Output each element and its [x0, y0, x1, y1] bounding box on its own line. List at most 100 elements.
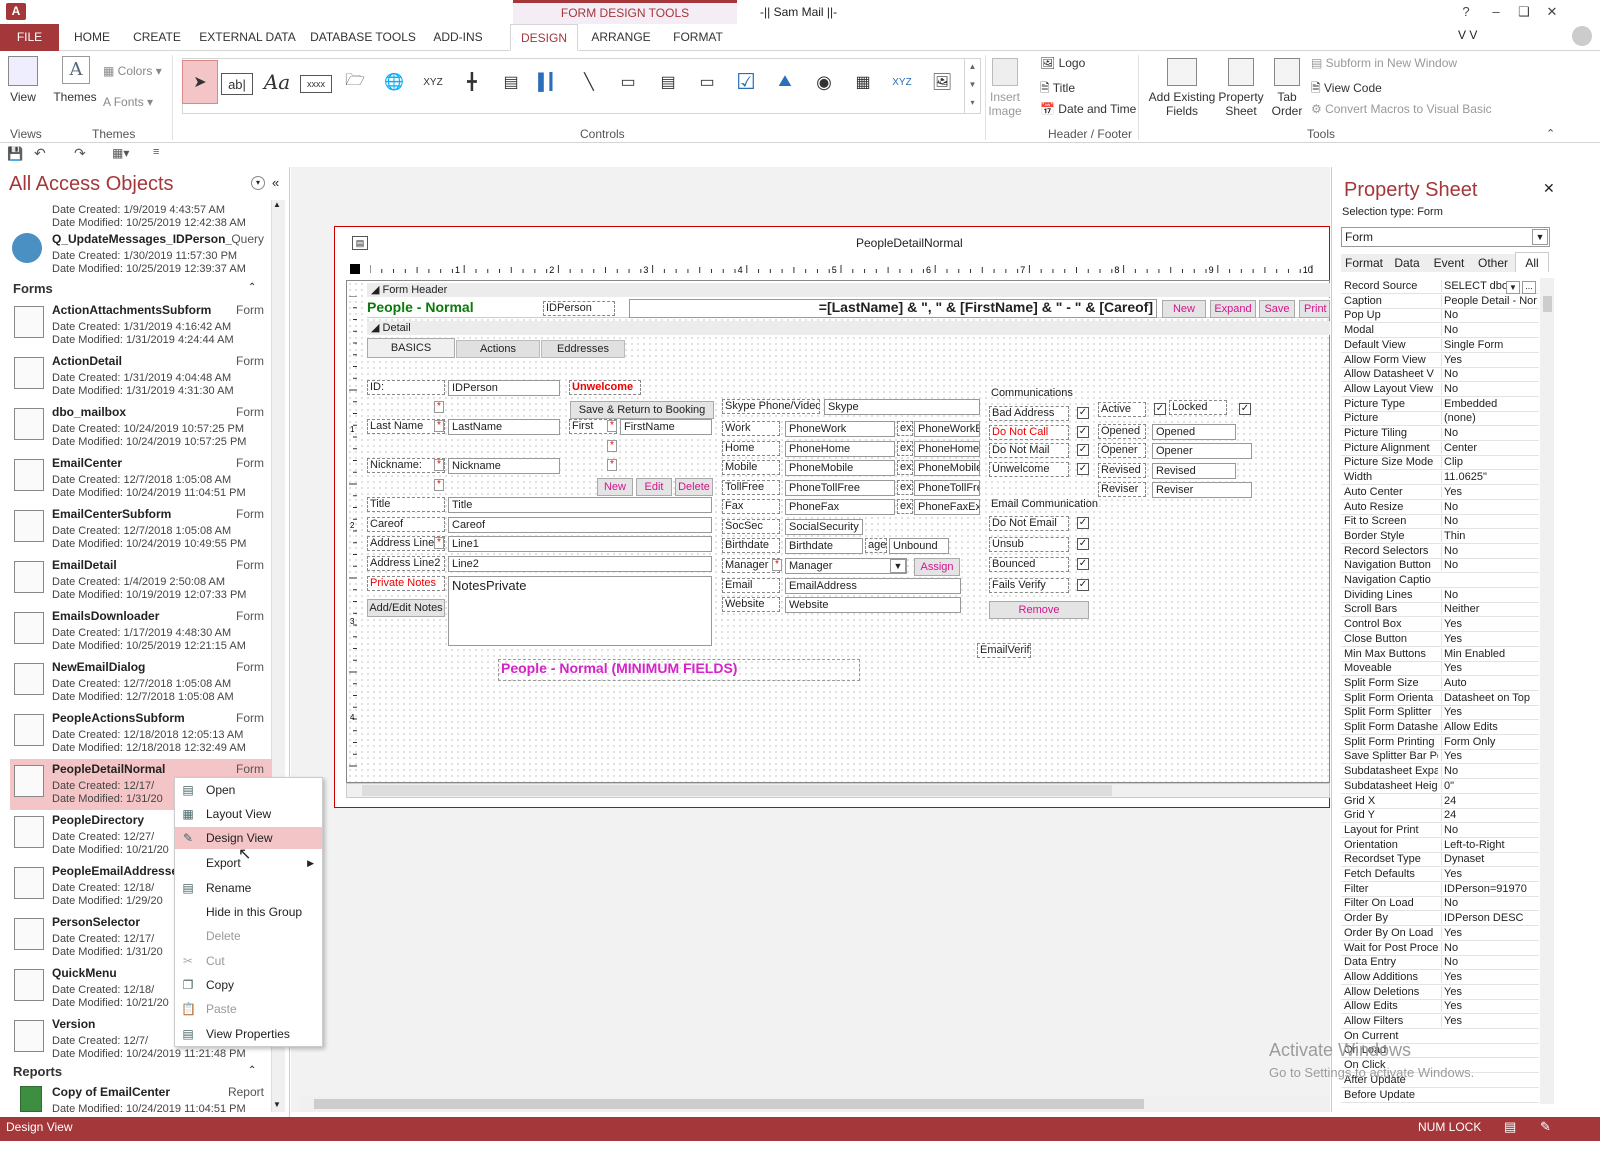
property-value[interactable]: Clip	[1441, 456, 1539, 469]
property-scroll-thumb[interactable]	[1543, 296, 1552, 312]
property-scrollbar[interactable]	[1540, 278, 1554, 1104]
title-button[interactable]: 🗎 Title	[1040, 79, 1075, 100]
property-value[interactable]: No	[1441, 588, 1539, 601]
website-label[interactable]: Website	[722, 597, 780, 612]
property-row[interactable]: Allow Additions Yes	[1341, 970, 1539, 985]
menu-item-view-properties[interactable]: ▤ View Properties	[175, 1023, 322, 1045]
ext-label[interactable]: ext	[897, 441, 913, 456]
combo-box-icon[interactable]: ▤	[495, 66, 527, 98]
email-comm-checkbox[interactable]: ✓	[1077, 517, 1089, 529]
property-row[interactable]: Split Form Datashe Allow Edits	[1341, 720, 1539, 735]
insert-image-button[interactable]: Insert Image	[985, 90, 1025, 118]
insert-image-icon[interactable]	[992, 58, 1018, 86]
unbound-object-frame-icon[interactable]: 🖼	[926, 66, 958, 98]
birthdate-label[interactable]: Birthdate	[722, 538, 780, 553]
minimum-fields-label[interactable]: People - Normal (MINIMUM FIELDS)	[498, 659, 860, 681]
nav-pane-title[interactable]: All Access Objects	[9, 173, 174, 196]
comm-checkbox[interactable]: ✓	[1077, 426, 1089, 438]
form-hscroll-thumb[interactable]	[362, 785, 1112, 796]
header-title-label[interactable]: People - Normal	[367, 299, 474, 315]
header-save-button[interactable]: Save	[1259, 300, 1295, 318]
id-label[interactable]: ID:	[367, 380, 445, 395]
tab-data[interactable]: Data	[1387, 254, 1427, 272]
property-row[interactable]: Caption People Detail - Nor	[1341, 294, 1539, 309]
ext-label[interactable]: ext	[897, 480, 913, 495]
address1-field[interactable]: Line1	[448, 536, 712, 552]
status-label[interactable]: Opened	[1098, 424, 1146, 439]
themes-icon[interactable]: A	[62, 56, 90, 84]
comm-checkbox[interactable]: ✓	[1077, 463, 1089, 475]
email-comm-checkbox[interactable]: ✓	[1077, 538, 1089, 550]
ext-field[interactable]: PhoneFaxExt	[914, 499, 980, 515]
property-value[interactable]: Min Enabled	[1441, 647, 1539, 660]
object-selector[interactable]: Form	[1341, 227, 1550, 247]
view-button[interactable]: View	[6, 90, 40, 104]
view-icon[interactable]	[8, 56, 38, 86]
property-row[interactable]: Picture Alignment Center	[1341, 441, 1539, 456]
property-row[interactable]: Fetch Defaults Yes	[1341, 867, 1539, 882]
scroll-down-icon[interactable]: ▼	[273, 1100, 281, 1109]
header-id-field[interactable]: IDPerson	[543, 301, 615, 316]
property-value[interactable]: No	[1441, 382, 1539, 395]
property-sheet-icon[interactable]	[1228, 58, 1254, 86]
list-item[interactable]: ActionDetail Form Date Created: 1/31/2019 …	[10, 351, 272, 402]
tab-file[interactable]: FILE	[0, 24, 59, 51]
skype-field[interactable]: Skype	[824, 399, 980, 415]
help-icon[interactable]: ?	[1454, 2, 1478, 22]
property-value[interactable]: Datasheet on Top	[1441, 691, 1539, 704]
nav-item-query[interactable]: Q_UpdateMessages_IDPerson_Se... Query Da…	[10, 229, 272, 280]
logo-button[interactable]: 🖼 Logo	[1040, 56, 1085, 70]
property-row[interactable]: Min Max Buttons Min Enabled	[1341, 647, 1539, 662]
notes-private-field[interactable]: NotesPrivate	[448, 576, 712, 646]
view-switch-icon[interactable]: ▦▾	[112, 146, 129, 160]
property-value[interactable]: Yes	[1441, 1000, 1539, 1013]
property-row[interactable]: Orientation Left-to-Right	[1341, 838, 1539, 853]
property-value[interactable]: No	[1441, 515, 1539, 528]
add-fields-icon[interactable]	[1167, 58, 1197, 86]
property-value[interactable]: Form Only	[1441, 735, 1539, 748]
property-row[interactable]: Pop Up No	[1341, 308, 1539, 324]
select-pointer-icon[interactable]: ➤	[182, 60, 218, 104]
lastname-field[interactable]: LastName	[448, 419, 560, 435]
property-value[interactable]: Yes	[1441, 985, 1539, 998]
status-combo[interactable]: Reviser	[1152, 482, 1252, 498]
customize-qat-icon[interactable]: ≡	[153, 146, 159, 158]
phone-label[interactable]: Mobile	[722, 460, 780, 475]
undo-icon[interactable]: ↶	[34, 145, 46, 162]
locked-label[interactable]: Locked	[1169, 400, 1227, 415]
property-row[interactable]: Grid Y 24	[1341, 808, 1539, 824]
property-value[interactable]: Left-to-Right	[1441, 838, 1539, 851]
workspace-hscroll-thumb[interactable]	[314, 1099, 1144, 1109]
email-verifi-label[interactable]: EmailVerifi	[977, 643, 1031, 658]
edit-button[interactable]: Edit	[636, 478, 672, 496]
property-value[interactable]: 24	[1441, 794, 1539, 807]
option-button-icon[interactable]: ◉	[808, 66, 840, 98]
subform-control-icon[interactable]: ▦	[847, 66, 879, 98]
age-label[interactable]: age	[865, 538, 887, 553]
list-item[interactable]: EmailDetail Form Date Created: 1/4/2019 2:…	[10, 555, 272, 606]
property-row[interactable]: Close Button Yes	[1341, 632, 1539, 647]
property-sheet-button[interactable]: Property Sheet	[1216, 90, 1266, 118]
property-value[interactable]: No	[1441, 324, 1539, 337]
property-row[interactable]: Subdatasheet Expa No	[1341, 764, 1539, 780]
property-value[interactable]: 24	[1441, 809, 1539, 822]
property-value[interactable]: Yes	[1441, 750, 1539, 763]
property-row[interactable]: Recordset Type Dynaset	[1341, 852, 1539, 868]
property-row[interactable]: Fit to Screen No	[1341, 514, 1539, 530]
property-row[interactable]: Allow Form View Yes	[1341, 353, 1539, 368]
ext-field[interactable]: PhoneWorkE	[914, 421, 980, 437]
menu-item-copy[interactable]: ❐ Copy	[175, 974, 322, 996]
property-value[interactable]: No	[1441, 956, 1539, 969]
convert-macros-button[interactable]: ⚙ Convert Macros to Visual Basic	[1311, 102, 1492, 116]
header-new-button[interactable]: New	[1162, 300, 1206, 318]
shutter-bar-close-icon[interactable]: «	[272, 175, 279, 190]
tab-design[interactable]: DESIGN	[510, 24, 578, 51]
tab-order-icon[interactable]	[1274, 58, 1300, 86]
property-value[interactable]: No	[1441, 427, 1539, 439]
property-row[interactable]: Filter IDPerson=91970	[1341, 882, 1539, 897]
save-return-button[interactable]: Save & Return to Booking	[570, 401, 714, 419]
property-row[interactable]: Order By On Load Yes	[1341, 926, 1539, 941]
tab-create[interactable]: CREATE	[128, 24, 186, 51]
property-row[interactable]: Width 11.0625"	[1341, 470, 1539, 486]
close-icon[interactable]: ✕	[1540, 2, 1564, 22]
